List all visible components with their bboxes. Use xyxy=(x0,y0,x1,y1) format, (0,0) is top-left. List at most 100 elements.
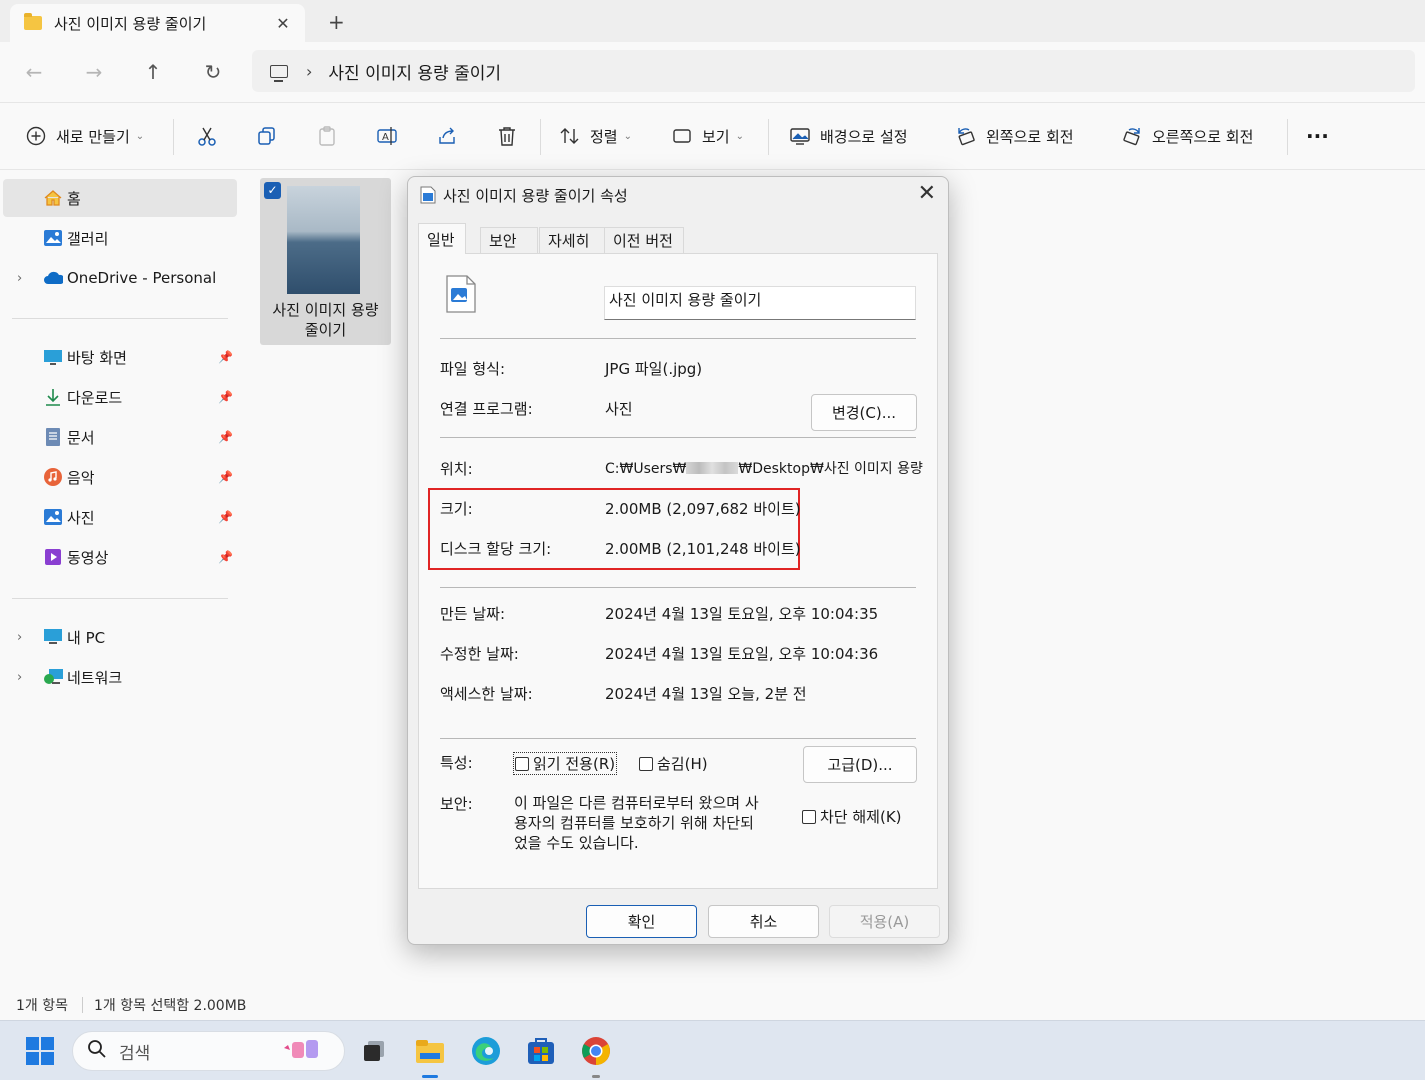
unblock-checkbox[interactable]: 차단 해제(K) xyxy=(802,806,902,827)
close-tab-icon[interactable]: ✕ xyxy=(273,14,293,33)
apply-button[interactable]: 적용(A) xyxy=(829,905,940,938)
sidebar-item-this-pc[interactable]: › 내 PC xyxy=(3,618,237,656)
new-tab-button[interactable]: + xyxy=(328,10,345,34)
tab-active[interactable]: 사진 이미지 용량 줄이기 ✕ xyxy=(10,4,305,42)
scissors-icon xyxy=(196,125,218,147)
rotate-right-button[interactable]: 오른쪽으로 회전 xyxy=(1121,103,1253,169)
tab-general[interactable]: 일반 xyxy=(418,223,466,254)
cut-button[interactable] xyxy=(196,103,218,169)
tab-previous-versions[interactable]: 이전 버전 xyxy=(604,227,684,253)
sidebar-item-label: 문서 xyxy=(67,428,95,447)
hidden-checkbox[interactable]: 숨김(H) xyxy=(639,753,708,774)
microsoft-store-icon[interactable] xyxy=(523,1033,559,1069)
pin-icon[interactable]: 📌 xyxy=(218,510,233,524)
location-value-end: ₩Desktop₩사진 이미지 용량 xyxy=(738,461,923,477)
tab-security[interactable]: 보안 xyxy=(480,227,538,253)
sidebar-item-downloads[interactable]: 다운로드 📌 xyxy=(3,378,237,416)
up-arrow-icon[interactable]: ↑ xyxy=(139,58,167,86)
more-options-button[interactable]: ··· xyxy=(1306,103,1329,169)
rename-icon: A xyxy=(376,125,398,147)
properties-dialog: 사진 이미지 용량 줄이기 속성 ✕ 일반 보안 자세히 이전 버전 사진 이미… xyxy=(407,176,949,945)
rename-button[interactable]: A xyxy=(376,103,398,169)
copy-button[interactable] xyxy=(256,103,278,169)
sidebar-item-desktop[interactable]: 바탕 화면 📌 xyxy=(3,338,237,376)
set-background-button[interactable]: 배경으로 설정 xyxy=(789,103,908,169)
sidebar-item-music[interactable]: 음악 📌 xyxy=(3,458,237,496)
hidden-label: 숨김(H) xyxy=(657,755,708,773)
breadcrumb-chevron-icon: › xyxy=(306,61,313,81)
sidebar-item-gallery[interactable]: 갤러리 xyxy=(3,219,237,257)
toolbar-divider xyxy=(173,119,174,155)
desktop-icon xyxy=(43,347,63,367)
filename-input[interactable]: 사진 이미지 용량 줄이기 xyxy=(604,286,916,320)
paste-button[interactable] xyxy=(316,103,338,169)
pin-icon[interactable]: 📌 xyxy=(218,390,233,404)
pictures-icon xyxy=(43,507,63,527)
sort-button[interactable]: 정렬 ⌄ xyxy=(559,103,632,169)
desktop-background-icon xyxy=(789,125,811,147)
search-placeholder: 검색 xyxy=(119,1043,151,1064)
navigation-pane: 홈 갤러리 › OneDrive - Personal 바탕 화면 📌 다운로드… xyxy=(0,170,240,990)
task-view-icon[interactable] xyxy=(356,1033,392,1069)
status-bar: 1개 항목 1개 항목 선택함 2.00MB xyxy=(0,990,1425,1020)
tab-bar: 사진 이미지 용량 줄이기 ✕ + xyxy=(0,0,1425,42)
share-button[interactable] xyxy=(436,103,458,169)
tab-title: 사진 이미지 용량 줄이기 xyxy=(54,14,207,33)
back-arrow-icon[interactable]: ← xyxy=(20,58,48,86)
attributes-label: 특성: xyxy=(440,754,473,772)
pin-icon[interactable]: 📌 xyxy=(218,550,233,564)
taskbar-search-box[interactable]: 검색 xyxy=(72,1031,345,1071)
forward-arrow-icon[interactable]: → xyxy=(80,58,108,86)
sort-icon xyxy=(559,125,581,147)
cancel-button[interactable]: 취소 xyxy=(708,905,819,938)
change-program-button[interactable]: 변경(C)... xyxy=(811,394,917,431)
refresh-icon[interactable]: ↻ xyxy=(199,58,227,86)
readonly-checkbox[interactable]: 읽기 전용(R) xyxy=(512,752,618,775)
security-text-line: 이 파일은 다른 컴퓨터로부터 왔으며 사 xyxy=(514,794,759,812)
pin-icon[interactable]: 📌 xyxy=(218,430,233,444)
open-with-value: 사진 xyxy=(605,400,633,418)
view-button[interactable]: 보기 ⌄ xyxy=(671,103,744,169)
rotate-left-button[interactable]: 왼쪽으로 회전 xyxy=(955,103,1074,169)
sidebar-item-documents[interactable]: 문서 📌 xyxy=(3,418,237,456)
disk-size-label: 디스크 할당 크기: xyxy=(440,540,552,558)
pin-icon[interactable]: 📌 xyxy=(218,470,233,484)
sidebar-divider xyxy=(12,598,228,599)
rotate-left-label: 왼쪽으로 회전 xyxy=(986,127,1074,146)
sidebar-item-home[interactable]: 홈 xyxy=(3,179,237,217)
sidebar-item-videos[interactable]: 동영상 📌 xyxy=(3,538,237,576)
view-icon xyxy=(671,125,693,147)
sidebar-item-pictures[interactable]: 사진 📌 xyxy=(3,498,237,536)
location-value-start: C:₩Users₩ xyxy=(605,461,687,477)
tab-details[interactable]: 자세히 xyxy=(539,227,611,253)
ok-button[interactable]: 확인 xyxy=(586,905,697,938)
new-button[interactable]: 새로 만들기 ⌄ xyxy=(25,103,144,169)
sidebar-item-label: 갤러리 xyxy=(67,229,109,248)
chrome-browser-icon[interactable] xyxy=(578,1033,614,1069)
sidebar-item-network[interactable]: › 네트워크 xyxy=(3,658,237,696)
expand-chevron-icon[interactable]: › xyxy=(17,271,22,286)
file-item-selected[interactable]: ✓ 사진 이미지 용량 줄이기 xyxy=(260,178,391,345)
security-label: 보안: xyxy=(440,795,473,813)
expand-chevron-icon[interactable]: › xyxy=(17,670,22,685)
folder-icon xyxy=(24,13,42,30)
expand-chevron-icon[interactable]: › xyxy=(17,630,22,645)
checkbox-checked-icon[interactable]: ✓ xyxy=(264,182,281,199)
dialog-close-icon[interactable]: ✕ xyxy=(918,181,936,206)
gallery-icon xyxy=(43,228,63,248)
svg-text:A: A xyxy=(382,132,389,143)
command-toolbar: 새로 만들기 ⌄ A 정렬 ⌄ 보기 ⌄ 배경으로 설정 왼쪽으로 회전 오른쪽… xyxy=(0,102,1425,170)
advanced-button[interactable]: 고급(D)... xyxy=(803,746,917,783)
security-warning-text: 이 파일은 다른 컴퓨터로부터 왔으며 사 용자의 컴퓨터를 보호하기 위해 차… xyxy=(514,793,759,853)
breadcrumb-current[interactable]: 사진 이미지 용량 줄이기 xyxy=(328,59,501,84)
section-divider xyxy=(440,338,916,339)
pin-icon[interactable]: 📌 xyxy=(218,350,233,364)
file-explorer-taskbar-icon[interactable] xyxy=(412,1033,448,1069)
sidebar-item-onedrive[interactable]: › OneDrive - Personal xyxy=(3,259,237,297)
large-image-file-icon xyxy=(445,274,477,318)
search-highlight-icon xyxy=(282,1036,330,1066)
delete-button[interactable] xyxy=(496,103,518,169)
start-windows-icon[interactable] xyxy=(22,1033,58,1069)
edge-browser-icon[interactable] xyxy=(468,1033,504,1069)
address-bar[interactable]: › 사진 이미지 용량 줄이기 xyxy=(252,50,1415,92)
